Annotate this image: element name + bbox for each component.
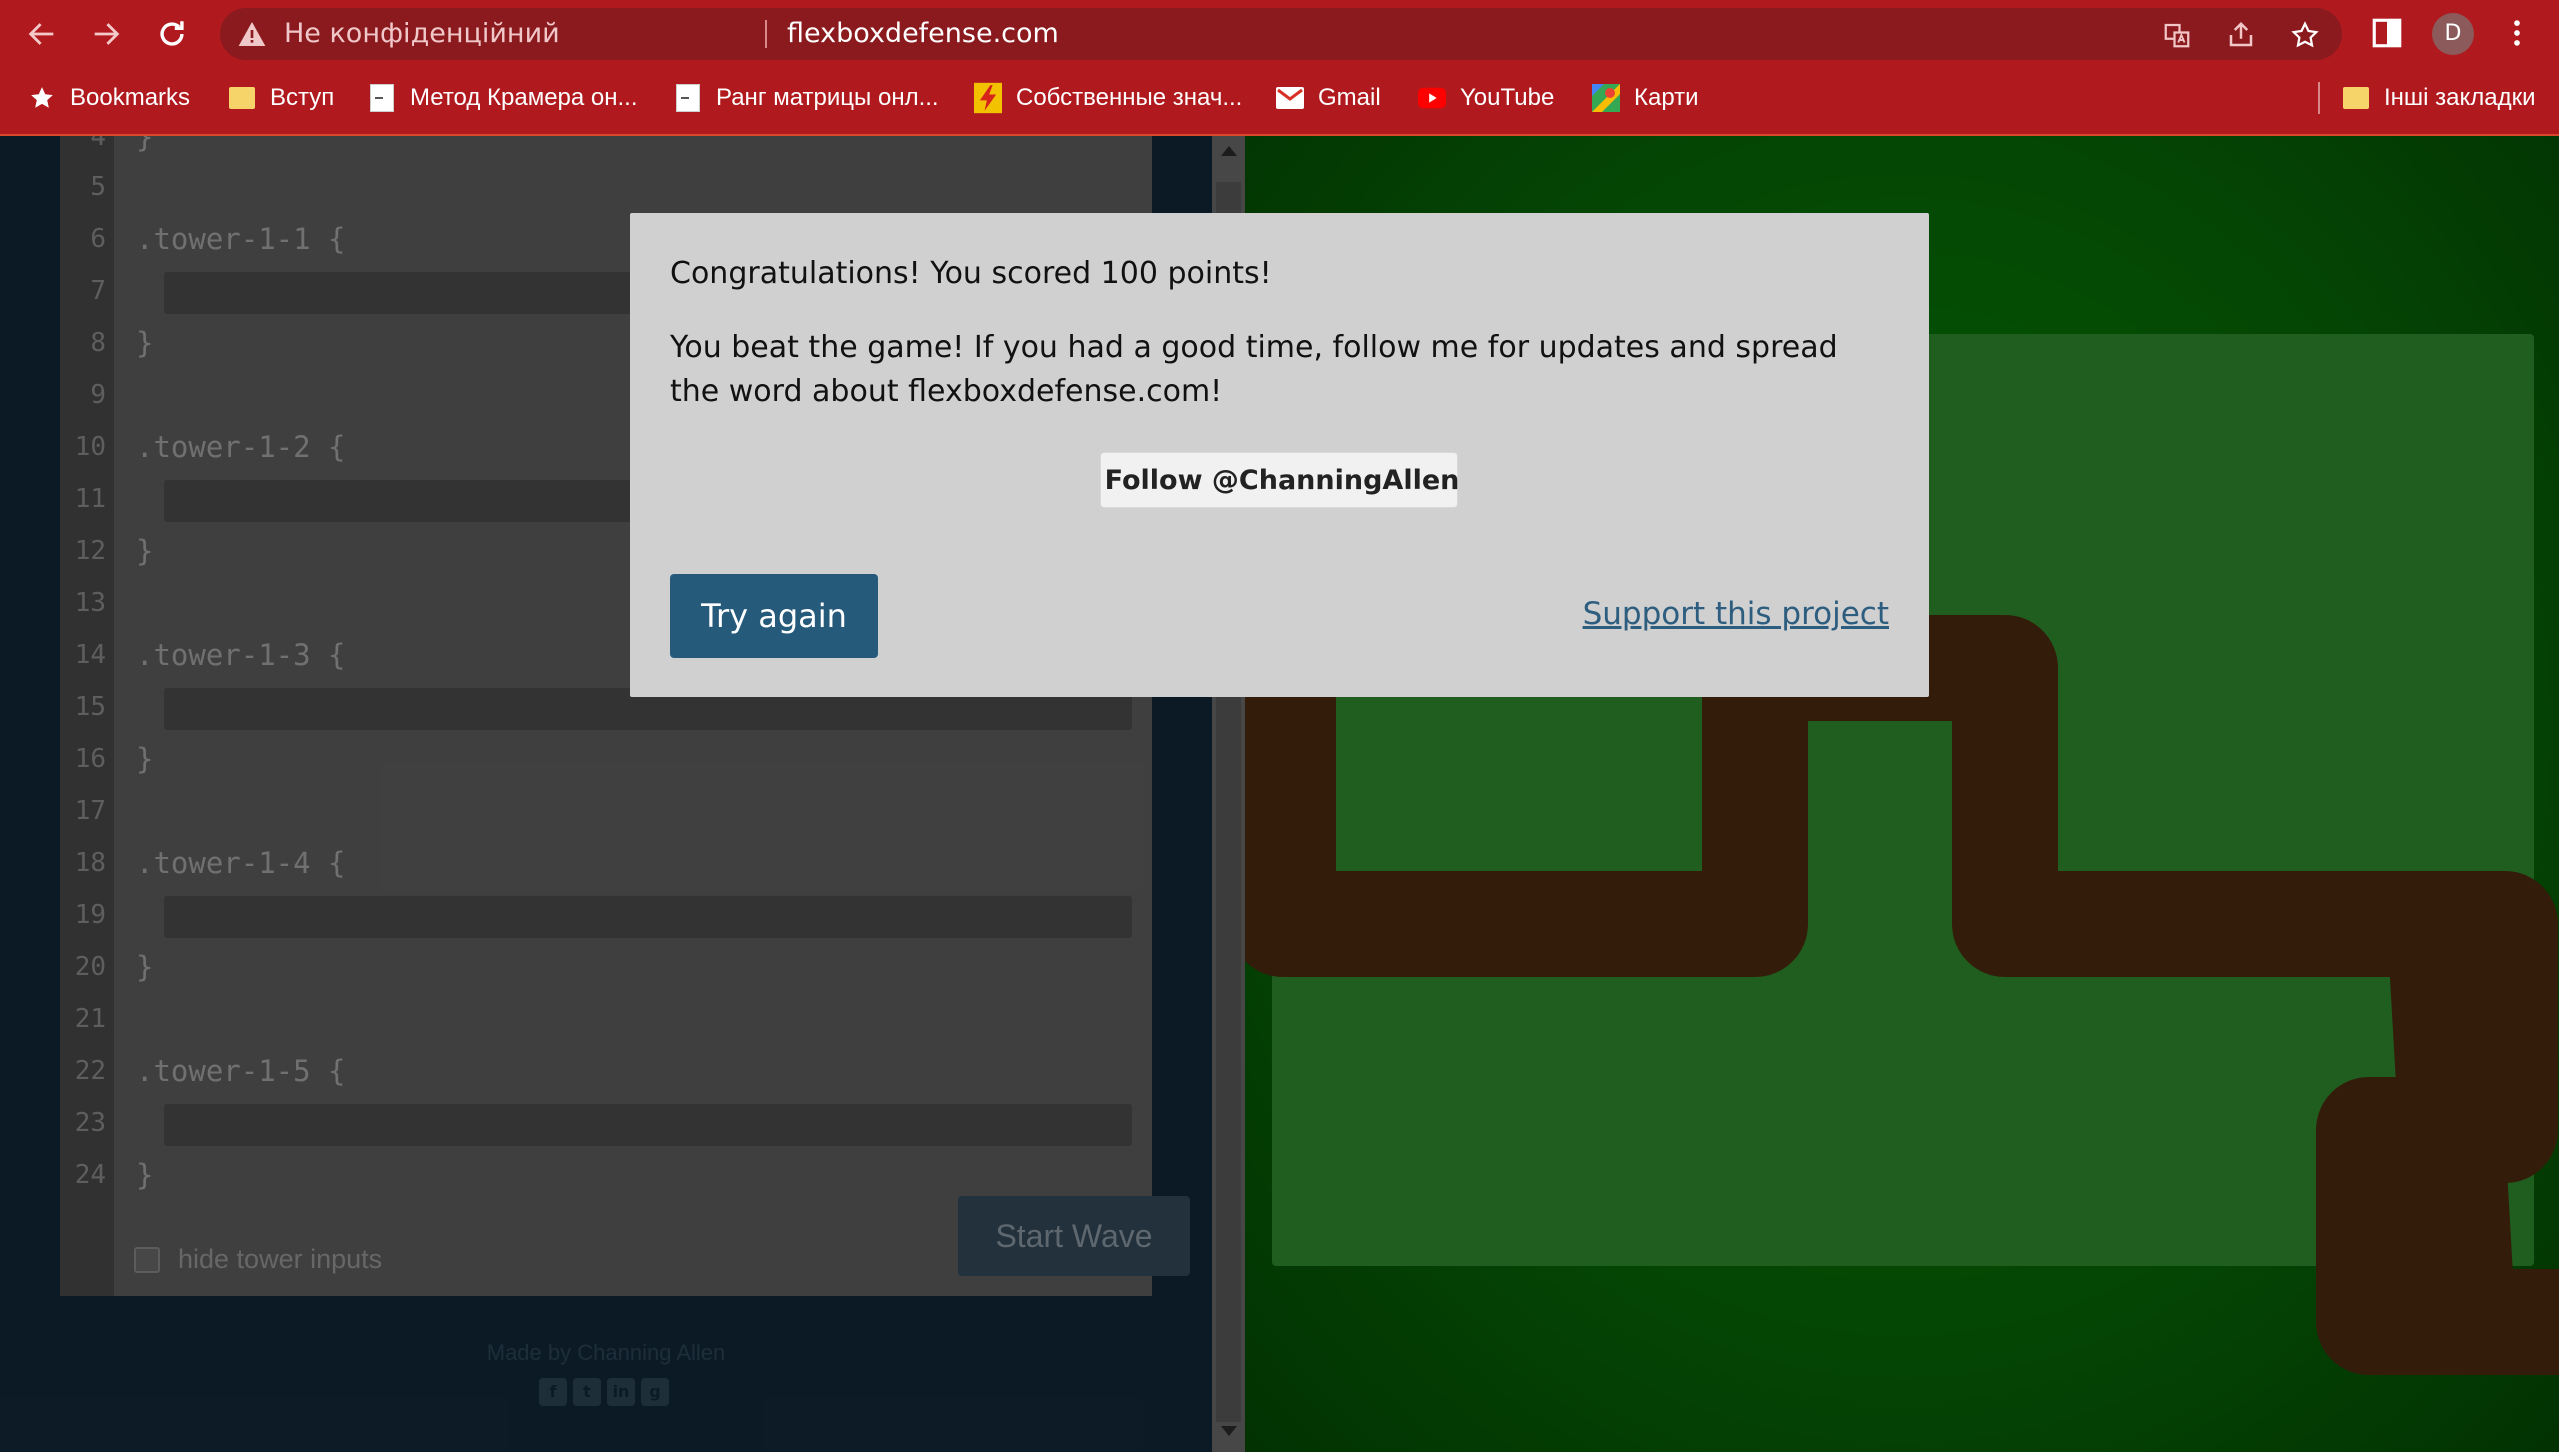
bookmark-cramer[interactable]: Метод Крамера он... [368,80,638,116]
arrow-right-icon [94,23,120,45]
share-icon[interactable] [2226,20,2256,50]
translate-icon[interactable] [2162,20,2192,50]
bookmark-label: YouTube [1460,84,1555,111]
star-bookmark-icon[interactable] [2290,20,2320,50]
follow-twitter-button[interactable]: Follow @ChanningAllen [1100,452,1460,508]
bookmark-label: Bookmarks [70,84,191,111]
arrow-left-icon [28,23,54,45]
reload-icon [160,21,184,46]
bookmark-youtube[interactable]: YouTube [1418,80,1554,116]
bookmark-bookmarks[interactable]: Bookmarks [28,80,190,116]
page-icon [368,84,396,112]
bookmark-maps[interactable]: Карти [1592,80,1699,116]
bolt-icon [974,82,1002,114]
other-bookmarks[interactable]: Інші закладки [2342,80,2536,116]
reload-button[interactable] [152,14,192,54]
url-text[interactable]: flexboxdefense.com [787,18,1059,50]
try-again-button[interactable]: Try again [670,574,878,658]
omnibox-divider [765,20,767,48]
menu-kebab-icon[interactable] [2500,16,2534,50]
game-complete-dialog: Congratulations! You scored 100 points! … [630,213,1929,697]
bookmark-label: Метод Крамера он... [410,84,638,111]
security-status[interactable]: Не конфіденційний [284,18,560,50]
browser-chrome: Не конфіденційний flexboxdefense.com D B… [0,0,2559,136]
bookmark-folder-vstup[interactable]: Вступ [228,80,334,116]
support-project-link[interactable]: Support this project [1583,596,1889,632]
bookmark-label: Gmail [1318,84,1381,111]
warning-icon[interactable] [236,18,268,50]
bookmarks-divider [2318,82,2320,114]
profile-avatar[interactable]: D [2432,13,2474,55]
gmail-icon [1276,84,1304,112]
address-bar[interactable]: Не конфіденційний flexboxdefense.com [220,8,2342,60]
bookmark-label: Вступ [270,84,335,111]
back-button[interactable] [22,14,62,54]
bookmark-label: Ранг матрицы онл... [716,84,939,111]
completion-message: You beat the game! If you had a good tim… [670,330,1838,409]
follow-label: Follow @ChanningAllen [1104,464,1460,496]
page-icon [674,84,702,112]
score-message: Congratulations! You scored 100 points! [670,256,1272,291]
bookmark-eigen[interactable]: Собственные знач... [974,80,1242,116]
browser-toolbar: Не конфіденційний flexboxdefense.com D [0,0,2559,68]
bookmarks-bar: Bookmarks Вступ Метод Крамера он... Ранг… [0,68,2559,128]
side-panel-icon[interactable] [2370,16,2404,50]
bookmark-gmail[interactable]: Gmail [1276,80,1381,116]
folder-icon [2342,84,2370,112]
folder-icon [228,84,256,112]
bookmark-label: Собственные знач... [1016,84,1243,111]
bookmark-label: Карти [1634,84,1699,111]
youtube-icon [1418,84,1446,112]
forward-button[interactable] [86,14,126,54]
maps-icon [1592,84,1620,112]
bookmark-label: Інші закладки [2384,84,2536,111]
bookmark-rank[interactable]: Ранг матрицы онл... [674,80,939,116]
star-icon [28,84,56,112]
